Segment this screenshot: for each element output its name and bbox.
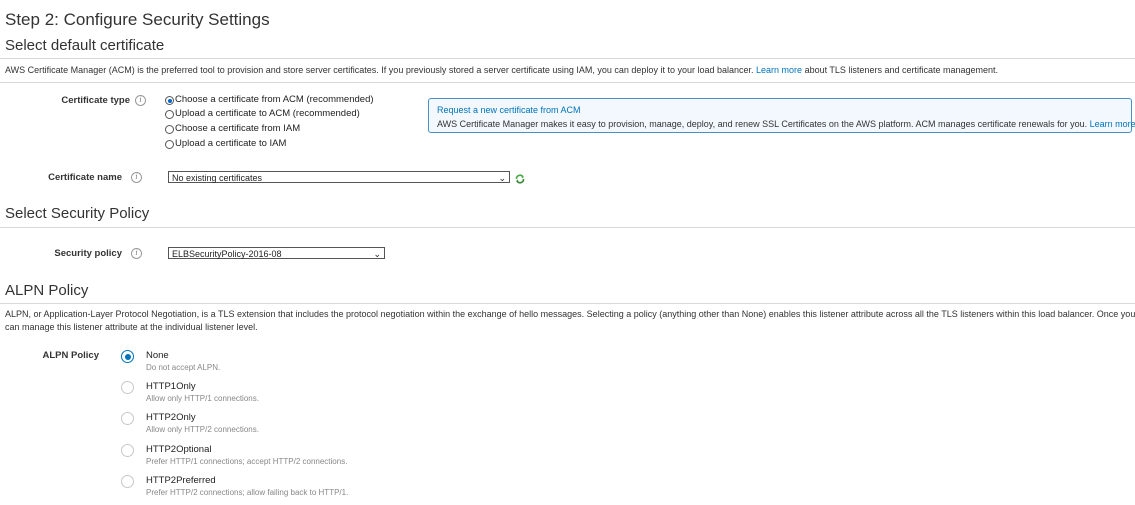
alpn-option-http2only[interactable]: HTTP2Only: [146, 412, 196, 423]
option-iam-upload[interactable]: Upload a certificate to IAM: [175, 138, 286, 149]
chevron-down-icon: ⌄: [498, 173, 506, 183]
alpn-policy-label: ALPN Policy: [42, 350, 100, 361]
info-icon[interactable]: i: [131, 248, 142, 259]
certificate-description: AWS Certificate Manager (ACM) is the pre…: [5, 65, 999, 75]
alpn-option-none[interactable]: None: [146, 350, 169, 361]
certificate-type-label: Certificate type: [61, 95, 130, 106]
page-title: Step 2: Configure Security Settings: [5, 10, 270, 29]
option-acm-upload[interactable]: Upload a certificate to ACM (recommended…: [175, 108, 360, 119]
alpn-option-description: Do not accept ALPN.: [146, 363, 221, 372]
alpn-option-http1only[interactable]: HTTP1Only: [146, 381, 196, 392]
divider: [0, 303, 1135, 304]
option-acm-choose[interactable]: Choose a certificate from ACM (recommend…: [175, 94, 374, 105]
radio-iam-upload[interactable]: [165, 140, 174, 149]
divider: [0, 58, 1135, 59]
radio-acm-choose[interactable]: [165, 96, 174, 105]
radio-alpn-http2optional[interactable]: [121, 444, 134, 457]
learn-more-link[interactable]: Learn more: [1090, 119, 1135, 129]
certificate-name-label: Certificate name: [48, 172, 122, 183]
alpn-description: ALPN, or Application-Layer Protocol Nego…: [5, 309, 1135, 332]
section-heading-certificate: Select default certificate: [5, 37, 165, 54]
security-policy-select[interactable]: ELBSecurityPolicy-2016-08 ⌄: [168, 247, 385, 259]
radio-iam-choose[interactable]: [165, 125, 174, 134]
security-policy-label: Security policy: [54, 248, 122, 259]
radio-alpn-none[interactable]: [121, 350, 134, 363]
radio-alpn-http2preferred[interactable]: [121, 475, 134, 488]
refresh-icon[interactable]: [514, 173, 526, 185]
alpn-option-http2optional[interactable]: HTTP2Optional: [146, 444, 211, 455]
divider: [0, 82, 1135, 83]
chevron-down-icon: ⌄: [373, 249, 381, 259]
option-iam-choose[interactable]: Choose a certificate from IAM: [175, 123, 300, 134]
certificate-name-select[interactable]: No existing certificates ⌄: [168, 171, 510, 183]
alpn-option-description: Prefer HTTP/2 connections; allow failing…: [146, 488, 349, 497]
acm-info-box: Request a new certificate from ACM AWS C…: [428, 98, 1135, 133]
radio-alpn-http2only[interactable]: [121, 412, 134, 425]
request-certificate-link[interactable]: Request a new certificate from ACM: [437, 105, 581, 115]
alpn-option-description: Allow only HTTP/2 connections.: [146, 425, 259, 434]
learn-more-link[interactable]: Learn more: [756, 65, 802, 75]
acm-info-text: AWS Certificate Manager makes it easy to…: [437, 119, 1135, 129]
radio-alpn-http1only[interactable]: [121, 381, 134, 394]
alpn-option-description: Prefer HTTP/1 connections; accept HTTP/2…: [146, 457, 348, 466]
radio-acm-upload[interactable]: [165, 110, 174, 119]
alpn-option-description: Allow only HTTP/1 connections.: [146, 394, 259, 403]
section-heading-alpn: ALPN Policy: [5, 282, 89, 299]
divider: [0, 227, 1135, 228]
info-icon[interactable]: i: [131, 172, 142, 183]
section-heading-security-policy: Select Security Policy: [5, 205, 150, 222]
info-icon[interactable]: i: [135, 95, 146, 106]
alpn-option-http2preferred[interactable]: HTTP2Preferred: [146, 475, 216, 486]
